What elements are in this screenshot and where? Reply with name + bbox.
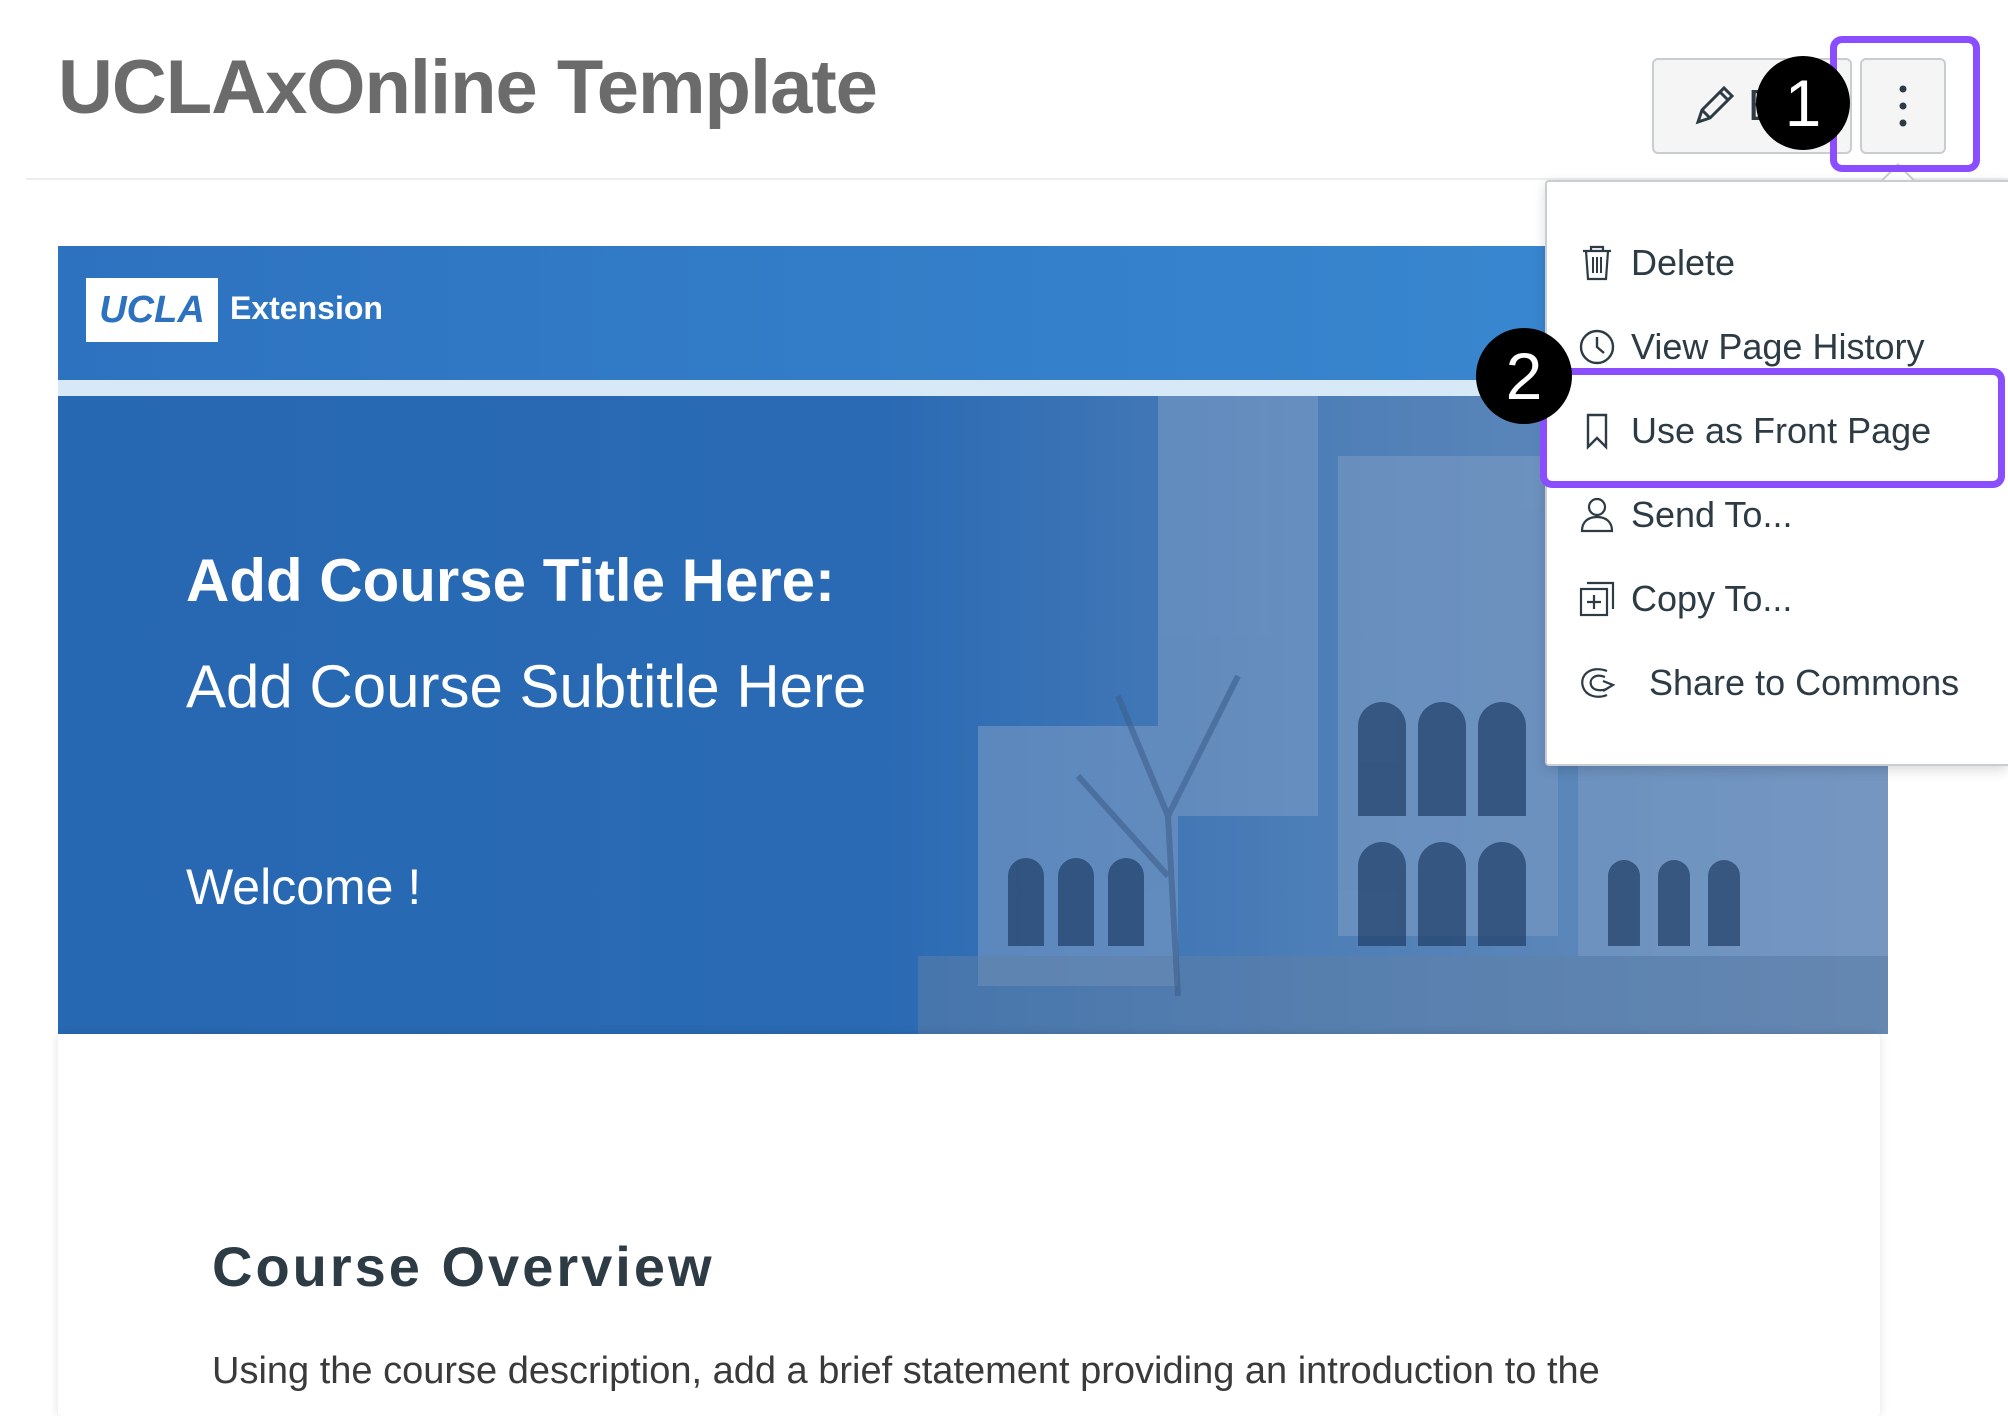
menu-item-label: Copy To... bbox=[1631, 578, 1793, 619]
menu-item-share-to-commons[interactable]: Share to Commons bbox=[1577, 650, 1959, 716]
pencil-icon bbox=[1695, 85, 1735, 125]
course-title: Add Course Title Here: bbox=[186, 547, 836, 614]
page-title: UCLAxOnline Template bbox=[58, 45, 878, 130]
more-options-menu: Delete View Page History Use as Front Pa… bbox=[1545, 180, 2008, 766]
menu-item-label: View Page History bbox=[1631, 326, 1925, 367]
menu-item-delete[interactable]: Delete bbox=[1577, 230, 1735, 296]
menu-item-send-to[interactable]: Send To... bbox=[1577, 482, 1792, 548]
ucla-logo: UCLA bbox=[86, 278, 218, 342]
welcome-text: Welcome ! bbox=[186, 859, 422, 915]
menu-item-label: Share to Commons bbox=[1649, 662, 1960, 703]
menu-item-label: Send To... bbox=[1631, 494, 1793, 535]
step-badge-2: 2 bbox=[1476, 328, 1572, 424]
section-heading: Course Overview bbox=[212, 1235, 715, 1298]
menu-item-use-as-front-page[interactable]: Use as Front Page bbox=[1577, 398, 1931, 464]
menu-item-copy-to[interactable]: Copy To... bbox=[1577, 566, 1792, 632]
copy-icon bbox=[1579, 581, 1615, 617]
commons-icon bbox=[1581, 668, 1616, 698]
user-icon bbox=[1580, 497, 1614, 533]
ucla-extension-label: Extension bbox=[230, 290, 383, 326]
clock-icon bbox=[1579, 329, 1615, 365]
trash-icon bbox=[1583, 245, 1611, 281]
more-options-button[interactable] bbox=[1860, 58, 1946, 154]
menu-item-label: Delete bbox=[1631, 242, 1736, 283]
bookmark-icon bbox=[1586, 413, 1608, 450]
kebab-icon bbox=[1899, 85, 1907, 127]
menu-item-view-page-history[interactable]: View Page History bbox=[1577, 314, 1924, 380]
section-body: Using the course description, add a brie… bbox=[212, 1350, 1600, 1392]
menu-item-label: Use as Front Page bbox=[1631, 410, 1932, 451]
step-badge-1: 1 bbox=[1756, 56, 1850, 150]
course-subtitle: Add Course Subtitle Here bbox=[186, 653, 867, 720]
content-card: Course Overview Using the course descrip… bbox=[58, 1034, 1880, 1416]
